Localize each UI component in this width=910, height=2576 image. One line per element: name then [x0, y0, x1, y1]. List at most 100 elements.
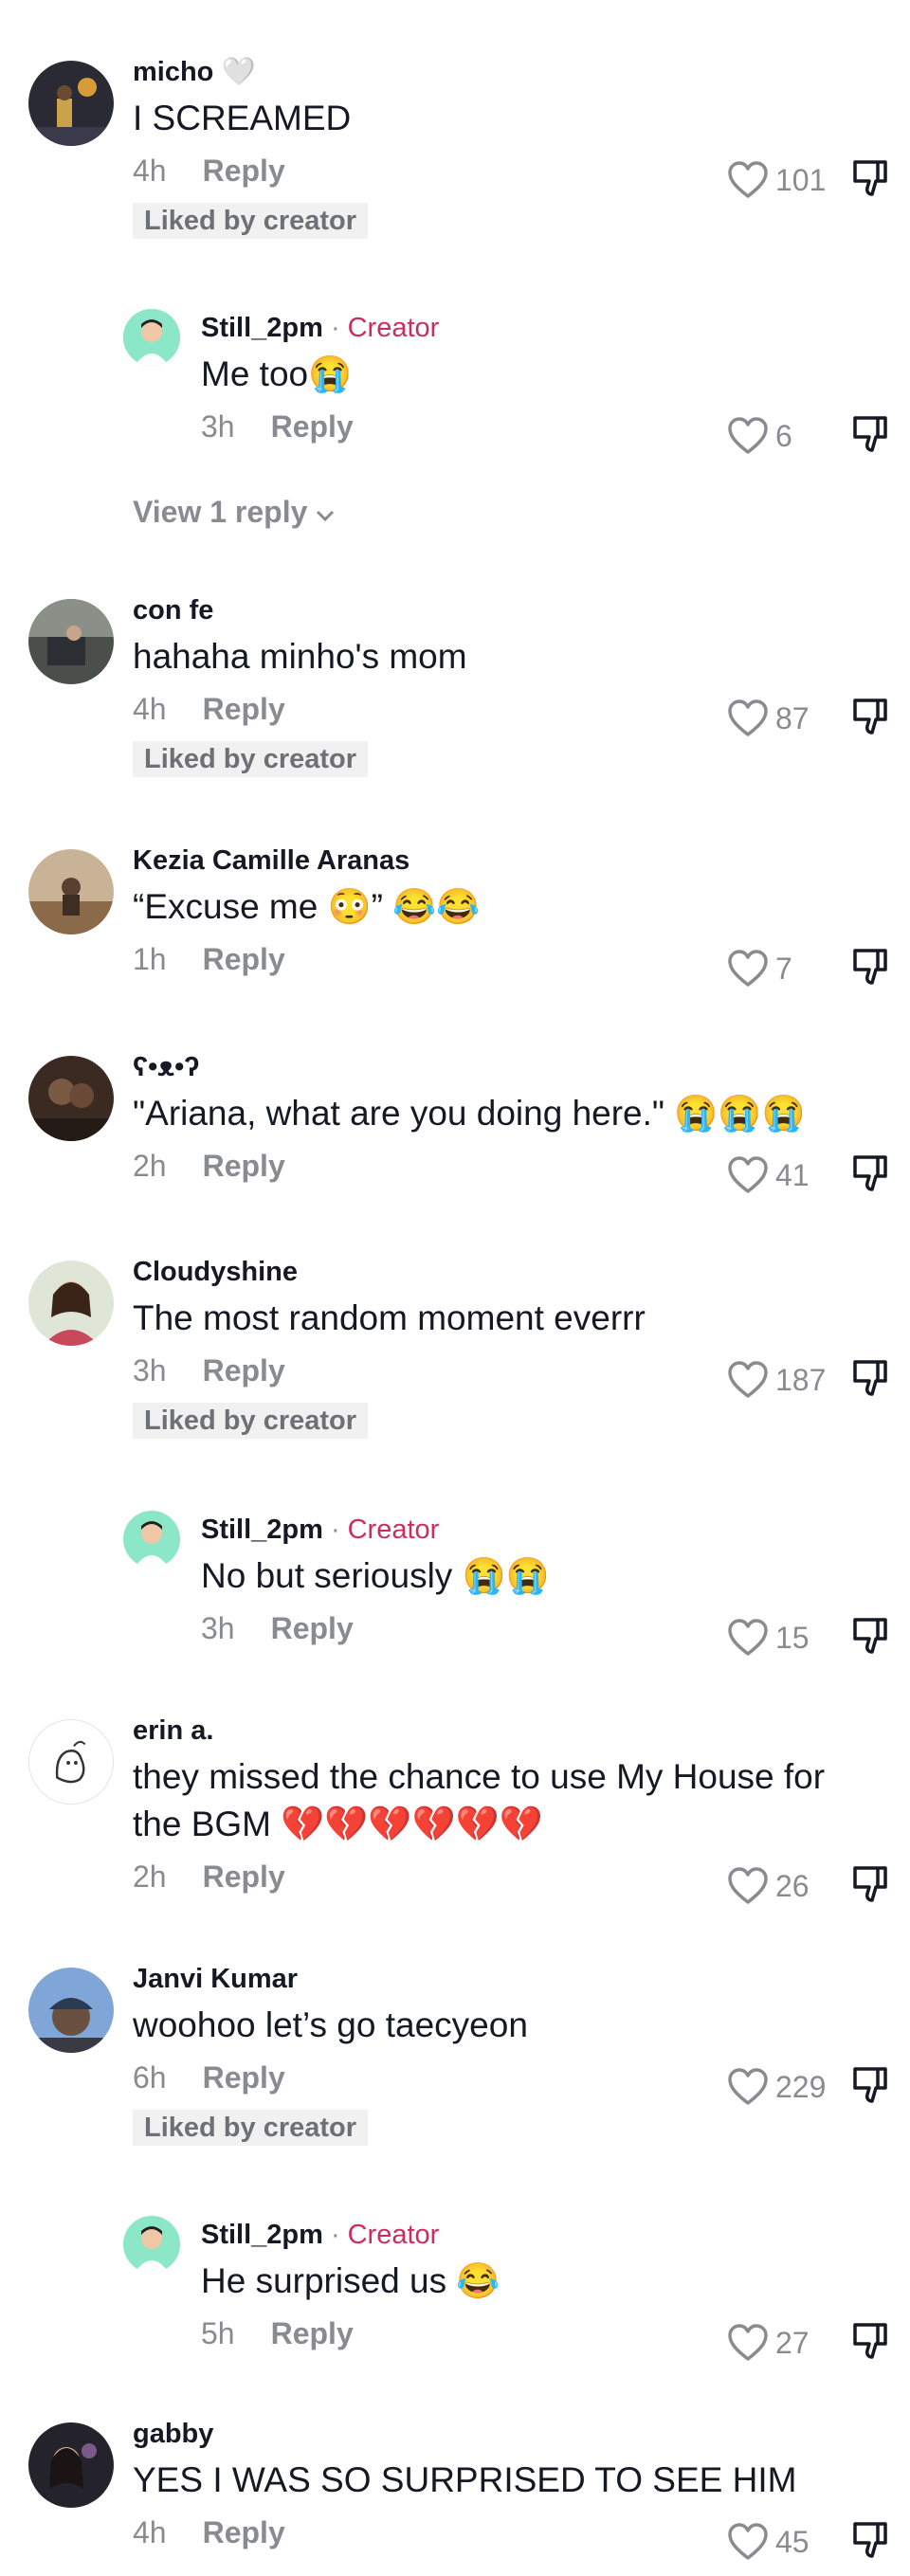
dislike-button[interactable] — [849, 412, 893, 461]
creator-badge: Creator — [347, 313, 440, 343]
timestamp: 1h — [133, 942, 167, 976]
thumbs-down-icon — [853, 1154, 887, 1191]
like-count: 7 — [775, 951, 792, 986]
username[interactable]: Janvi Kumar — [133, 1960, 528, 1998]
like-button[interactable]: 41 — [726, 1155, 849, 1195]
comment-text: hahaha minho's mom — [133, 637, 467, 676]
username[interactable]: ʕ•ᴥ•ʔ — [133, 1048, 806, 1086]
like-button[interactable]: 6 — [726, 416, 849, 456]
dislike-button[interactable] — [849, 1862, 893, 1911]
dislike-button[interactable] — [849, 1356, 893, 1405]
avatar[interactable] — [28, 1261, 114, 1346]
like-button[interactable]: 101 — [726, 160, 849, 200]
thumbs-down-icon — [853, 159, 887, 196]
timestamp: 4h — [133, 154, 167, 188]
heart-outline-icon — [728, 2324, 768, 2361]
username[interactable]: Kezia Camille Aranas — [133, 842, 480, 880]
reply-button[interactable]: Reply — [203, 1353, 285, 1388]
like-count: 187 — [775, 1362, 827, 1397]
like-count: 26 — [775, 1868, 810, 1903]
thumbs-down-icon — [853, 1359, 887, 1396]
liked-by-creator-badge: Liked by creator — [133, 1403, 369, 1439]
like-count: 101 — [775, 162, 827, 197]
reply-button[interactable]: Reply — [271, 409, 354, 444]
like-button[interactable]: 15 — [726, 1618, 849, 1658]
timestamp: 6h — [133, 2060, 167, 2095]
timestamp: 5h — [201, 2316, 235, 2350]
reply-button[interactable]: Reply — [203, 1859, 285, 1894]
thumbs-down-icon — [853, 2066, 887, 2103]
reply-button[interactable]: Reply — [203, 2515, 285, 2549]
username[interactable]: con fe — [133, 591, 467, 629]
creator-badge: Creator — [347, 2220, 440, 2250]
heart-outline-icon — [728, 2068, 768, 2105]
thumbs-down-icon — [853, 948, 887, 985]
thumbs-down-icon — [853, 1617, 887, 1654]
avatar[interactable] — [28, 1968, 114, 2053]
comment-text: “Excuse me 😳” 😂😂 — [133, 887, 481, 926]
avatar[interactable] — [123, 309, 180, 366]
avatar[interactable] — [28, 849, 114, 934]
comment-text: "Ariana, what are you doing here." 😭😭😭 — [133, 1094, 806, 1133]
like-count: 15 — [775, 1620, 810, 1655]
timestamp: 2h — [133, 1149, 167, 1183]
timestamp: 4h — [133, 2515, 167, 2549]
liked-by-creator-badge: Liked by creator — [133, 2110, 369, 2146]
like-button[interactable]: 26 — [726, 1866, 849, 1906]
username[interactable]: erin a. — [133, 1712, 853, 1750]
reply-button[interactable]: Reply — [203, 942, 285, 976]
reply-button[interactable]: Reply — [203, 1149, 285, 1183]
avatar[interactable] — [28, 1719, 114, 1805]
timestamp: 2h — [133, 1859, 167, 1894]
username[interactable]: Still_2pm — [201, 313, 323, 343]
heart-outline-icon — [728, 417, 768, 454]
avatar[interactable] — [123, 2216, 180, 2273]
like-button[interactable]: 87 — [726, 698, 849, 738]
avatar[interactable] — [28, 61, 114, 146]
dislike-button[interactable] — [849, 2319, 893, 2367]
avatar[interactable] — [123, 1511, 180, 1568]
username[interactable]: micho — [133, 57, 213, 87]
avatar[interactable] — [28, 1056, 114, 1141]
chevron-down-icon — [315, 495, 336, 530]
crying-emoji: 😭 — [308, 354, 353, 393]
username[interactable]: Cloudyshine — [133, 1253, 646, 1291]
timestamp: 3h — [201, 1611, 235, 1645]
like-button[interactable]: 229 — [726, 2067, 849, 2107]
dislike-button[interactable] — [849, 945, 893, 993]
heart-outline-icon — [728, 950, 768, 987]
username[interactable]: Still_2pm — [201, 1515, 323, 1545]
heart-outline-icon — [728, 161, 768, 198]
liked-by-creator-badge: Liked by creator — [133, 741, 369, 777]
avatar[interactable] — [28, 2422, 114, 2508]
reply-button[interactable]: Reply — [271, 2316, 354, 2350]
comment-text: Me too — [201, 354, 309, 393]
dislike-button[interactable] — [849, 2518, 893, 2567]
reply-button[interactable]: Reply — [271, 1611, 354, 1645]
creator-badge: Creator — [347, 1515, 440, 1545]
reply-button[interactable]: Reply — [203, 2060, 285, 2095]
like-button[interactable]: 7 — [726, 949, 849, 989]
username[interactable]: gabby — [133, 2415, 796, 2453]
view-replies-button[interactable]: View 1 reply — [133, 495, 336, 530]
heart-outline-icon — [728, 1361, 768, 1398]
like-button[interactable]: 187 — [726, 1360, 849, 1400]
reply-button[interactable]: Reply — [203, 692, 285, 726]
dislike-button[interactable] — [849, 2063, 893, 2112]
thumbs-down-icon — [853, 698, 887, 735]
avatar[interactable] — [28, 599, 114, 684]
dislike-button[interactable] — [849, 1152, 893, 1200]
like-button[interactable]: 27 — [726, 2323, 849, 2363]
like-count: 87 — [775, 700, 810, 735]
dislike-button[interactable] — [849, 1614, 893, 1662]
heart-outline-icon — [728, 1867, 768, 1904]
thumbs-down-icon — [853, 1865, 887, 1902]
username[interactable]: Still_2pm — [201, 2220, 323, 2250]
like-button[interactable]: 45 — [726, 2522, 849, 2562]
comment-text: He surprised us 😂 — [201, 2261, 500, 2300]
comment-text: they missed the chance to use My House f… — [133, 1757, 826, 1843]
dislike-button[interactable] — [849, 695, 893, 743]
dislike-button[interactable] — [849, 156, 893, 205]
reply-button[interactable]: Reply — [203, 154, 285, 188]
timestamp: 3h — [201, 409, 235, 444]
